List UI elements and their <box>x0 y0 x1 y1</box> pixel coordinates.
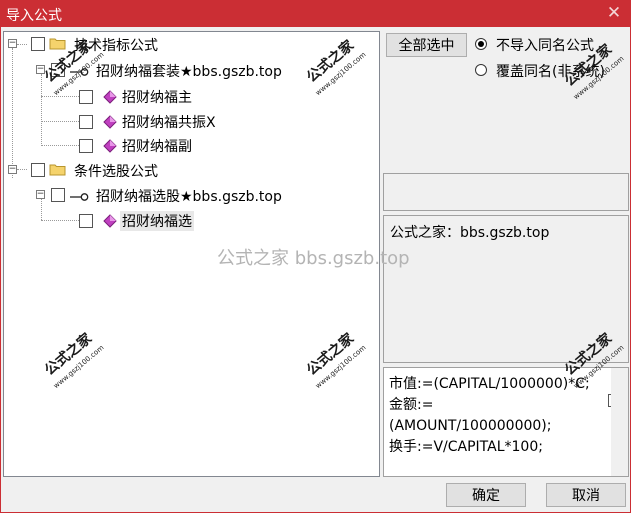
diamond-icon <box>103 90 117 104</box>
formula-description-box: 公式之家：bbs.gszb.top <box>383 215 629 363</box>
tree-node-formula[interactable]: 招财纳福副 <box>4 133 374 157</box>
tree-node-label: 条件选股公式 <box>74 164 158 180</box>
tree-checkbox[interactable] <box>51 63 65 77</box>
radio-no-import-label: 不导入同名公式 <box>496 38 594 54</box>
formula-code: 市值:=(CAPITAL/1000000)*C; 金额:= (AMOUNT/10… <box>389 376 590 455</box>
diamond-icon <box>103 139 117 153</box>
collapse-toggle[interactable]: − <box>36 65 45 74</box>
tree-node-technical-indicators[interactable]: − 技术指标公式 <box>4 32 374 56</box>
collapse-toggle[interactable]: − <box>36 190 45 199</box>
radio-overwrite-label: 覆盖同名(非系统) <box>496 64 605 80</box>
tree-node-formula[interactable]: 招财纳福选 <box>4 208 374 232</box>
cancel-button[interactable]: 取消 <box>546 483 626 507</box>
tree-checkbox[interactable] <box>79 90 93 104</box>
tree-node-formula-package[interactable]: − 招财纳福选股★bbs.gszb.top <box>4 182 374 206</box>
tree-node-formula[interactable]: 招财纳福共振X <box>4 109 374 133</box>
diamond-icon <box>103 214 117 228</box>
close-icon[interactable]: ✕ <box>603 2 625 24</box>
tree-node-label: 招财纳福主 <box>122 90 192 106</box>
tree-node-formula[interactable]: 招财纳福主 <box>4 84 374 108</box>
tree-checkbox[interactable] <box>79 139 93 153</box>
formula-tree[interactable]: − 技术指标公式 − 招财纳福套装★bbs.gszb.top 招财纳福主 招财纳… <box>3 31 380 477</box>
tree-node-label: 招财纳福选股★bbs.gszb.top <box>96 189 282 205</box>
tree-node-label: 招财纳福套装★bbs.gszb.top <box>96 64 282 80</box>
tree-checkbox[interactable] <box>31 37 45 51</box>
tree-node-stock-screening[interactable]: − 条件选股公式 <box>4 157 374 181</box>
formula-code-box[interactable]: 市值:=(CAPITAL/1000000)*C; 金额:= (AMOUNT/10… <box>383 367 629 477</box>
tree-node-label: 招财纳福副 <box>122 139 192 155</box>
tree-node-label: 招财纳福选 <box>120 211 194 231</box>
collapse-toggle[interactable]: − <box>8 39 17 48</box>
tree-node-formula-package[interactable]: − 招财纳福套装★bbs.gszb.top <box>4 57 374 81</box>
tree-checkbox[interactable] <box>79 115 93 129</box>
radio-no-import-same-name[interactable] <box>475 38 487 50</box>
key-icon <box>70 193 89 201</box>
radio-overwrite-same-name[interactable] <box>475 64 487 76</box>
window-title: 导入公式 <box>6 8 62 24</box>
select-all-button[interactable]: 全部选中 <box>386 33 467 57</box>
formula-description: 公式之家：bbs.gszb.top <box>390 225 550 241</box>
ok-button[interactable]: 确定 <box>446 483 526 507</box>
tree-checkbox[interactable] <box>79 214 93 228</box>
folder-icon <box>49 164 66 176</box>
key-icon <box>70 68 89 76</box>
tree-node-label: 招财纳福共振X <box>122 115 216 131</box>
diamond-icon <box>103 115 117 129</box>
tree-checkbox[interactable] <box>51 188 65 202</box>
collapse-toggle[interactable]: − <box>8 165 17 174</box>
title-bar: 导入公式 ✕ <box>0 0 631 27</box>
code-scrollbar[interactable] <box>611 368 628 476</box>
formula-name-field[interactable] <box>383 173 629 211</box>
folder-icon <box>49 38 66 50</box>
tree-node-label: 技术指标公式 <box>74 38 158 54</box>
tree-checkbox[interactable] <box>31 163 45 177</box>
